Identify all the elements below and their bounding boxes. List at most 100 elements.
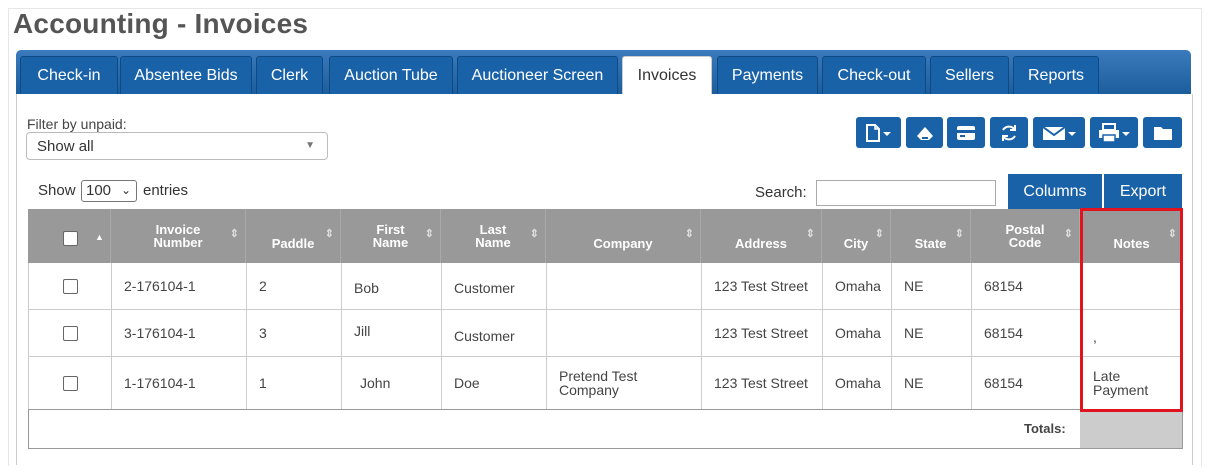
folder-button[interactable] xyxy=(1143,117,1182,148)
tab-sellers[interactable]: Sellers xyxy=(930,56,1009,94)
cell-last-name: Customer xyxy=(442,263,547,309)
cell-last-name: Doe xyxy=(442,357,547,409)
header-line: City xyxy=(843,235,869,251)
tab-reports[interactable]: Reports xyxy=(1013,56,1099,94)
row-checkbox[interactable] xyxy=(62,278,78,294)
cell-state: NE xyxy=(892,263,972,309)
print-dropdown-icon xyxy=(1099,122,1130,143)
cell-company xyxy=(547,310,702,356)
header-line: Company xyxy=(593,235,653,251)
header-city[interactable]: City ⇕ xyxy=(822,209,891,263)
header-state[interactable]: State ⇕ xyxy=(891,209,971,263)
chevron-down-icon: ⌄ xyxy=(120,183,131,197)
row-checkbox[interactable] xyxy=(62,375,78,391)
select-all-header[interactable]: ▲ xyxy=(28,209,111,263)
cell-city: Omaha xyxy=(823,357,892,409)
cell-state: NE xyxy=(892,310,972,356)
sort-icon: ⇕ xyxy=(424,228,434,240)
cell-company: Pretend Test Company xyxy=(547,357,702,409)
header-line: Code xyxy=(1008,235,1042,250)
tab-auctioneer-screen[interactable]: Auctioneer Screen xyxy=(457,56,618,94)
cell-city: Omaha xyxy=(823,263,892,309)
export-button[interactable]: Export xyxy=(1104,174,1182,209)
cell-postal-code: 68154 xyxy=(972,263,1081,309)
table-row[interactable]: 3-176104-1 3 Jill Customer 123 Test Stre… xyxy=(28,310,1183,357)
header-line: Address xyxy=(734,235,788,251)
email-dropdown-icon xyxy=(1042,125,1076,140)
folder-icon xyxy=(1153,126,1172,140)
new-document-dropdown-icon xyxy=(865,123,891,142)
cell-state: NE xyxy=(892,357,972,409)
tab-payments[interactable]: Payments xyxy=(717,56,818,94)
cell-first-name: John xyxy=(342,357,442,409)
header-address[interactable]: Address ⇕ xyxy=(701,209,822,263)
show-label: Show xyxy=(38,182,76,199)
row-checkbox[interactable] xyxy=(62,325,78,341)
cell-paddle: 1 xyxy=(247,357,342,409)
row-select-cell xyxy=(29,310,112,356)
notes-column-highlight xyxy=(1080,208,1183,412)
sort-icon: ⇕ xyxy=(805,228,815,240)
sort-icon: ⇕ xyxy=(529,228,539,240)
refresh-button[interactable] xyxy=(990,117,1028,148)
table-header: ▲ Invoice Number ⇕ Paddle ⇕ First Name ⇕ L… xyxy=(28,209,1183,263)
cell-invoice-number[interactable]: 3-176104-1 xyxy=(112,310,247,356)
cell-last-name: Customer xyxy=(442,310,547,356)
filter-select-value: Show all xyxy=(37,138,94,155)
header-line: State xyxy=(914,235,947,251)
header-company[interactable]: Company ⇕ xyxy=(546,209,701,263)
header-line: Paddle xyxy=(271,235,315,251)
sort-icon: ⇕ xyxy=(954,228,964,240)
cell-address: 123 Test Street xyxy=(702,310,823,356)
cell-invoice-number[interactable]: 1-176104-1 xyxy=(112,357,247,409)
header-paddle[interactable]: Paddle ⇕ xyxy=(246,209,341,263)
new-document-dropdown-button[interactable] xyxy=(856,117,901,148)
totals-notes-cell xyxy=(1080,410,1182,448)
tab-check-in[interactable]: Check-in xyxy=(20,56,118,94)
search-input[interactable] xyxy=(816,180,996,206)
cell-paddle: 2 xyxy=(247,263,342,309)
sort-icon: ⇕ xyxy=(874,228,884,240)
header-line: Name xyxy=(475,235,511,250)
credit-card-icon xyxy=(957,125,975,140)
cell-invoice-number[interactable]: 2-176104-1 xyxy=(112,263,247,309)
credit-card-button[interactable] xyxy=(947,117,985,148)
email-dropdown-button[interactable] xyxy=(1033,117,1085,148)
sort-icon: ⇕ xyxy=(1063,228,1073,240)
cell-postal-code: 68154 xyxy=(972,357,1081,409)
header-line: Number xyxy=(153,235,203,250)
tab-invoices[interactable]: Invoices xyxy=(622,56,712,94)
header-postal-code[interactable]: Postal Code ⇕ xyxy=(971,209,1080,263)
page-size-select[interactable]: 100 ⌄ xyxy=(81,180,137,202)
tab-absentee-bids[interactable]: Absentee Bids xyxy=(120,56,252,94)
totals-row xyxy=(28,409,1183,449)
cell-first-name: Jill xyxy=(342,310,442,356)
row-select-cell xyxy=(29,263,112,309)
cell-city: Omaha xyxy=(823,310,892,356)
filter-label: Filter by unpaid: xyxy=(27,116,127,132)
tab-clerk[interactable]: Clerk xyxy=(256,56,323,94)
page-size-value: 100 xyxy=(86,182,112,199)
cell-address: 123 Test Street xyxy=(702,263,823,309)
header-last-name[interactable]: Last Name ⇕ xyxy=(441,209,546,263)
header-first-name[interactable]: First Name ⇕ xyxy=(341,209,441,263)
columns-button[interactable]: Columns xyxy=(1008,174,1102,209)
header-invoice-number[interactable]: Invoice Number ⇕ xyxy=(111,209,246,263)
sort-icon: ⇕ xyxy=(229,228,239,240)
print-dropdown-button[interactable] xyxy=(1090,117,1138,148)
tab-auction-tube[interactable]: Auction Tube xyxy=(329,56,453,94)
tab-bar: Check-in Absentee Bids Clerk Auction Tub… xyxy=(16,50,1191,94)
cell-postal-code: 68154 xyxy=(972,310,1081,356)
select-all-checkbox[interactable] xyxy=(63,231,78,246)
search-label: Search: xyxy=(755,184,807,201)
sort-icon: ⇕ xyxy=(684,228,694,240)
eraser-button[interactable] xyxy=(906,117,943,148)
row-select-cell xyxy=(29,357,112,409)
header-line: Name xyxy=(372,235,409,250)
refresh-icon xyxy=(1002,124,1016,141)
chevron-down-icon: ▼ xyxy=(305,140,315,151)
filter-select[interactable]: Show all ▼ xyxy=(26,132,328,160)
tab-check-out[interactable]: Check-out xyxy=(822,56,926,94)
table-row[interactable]: 2-176104-1 2 Bob Customer 123 Test Stree… xyxy=(28,263,1183,310)
table-row[interactable]: 1-176104-1 1 John Doe Pretend Test Compa… xyxy=(28,357,1183,410)
